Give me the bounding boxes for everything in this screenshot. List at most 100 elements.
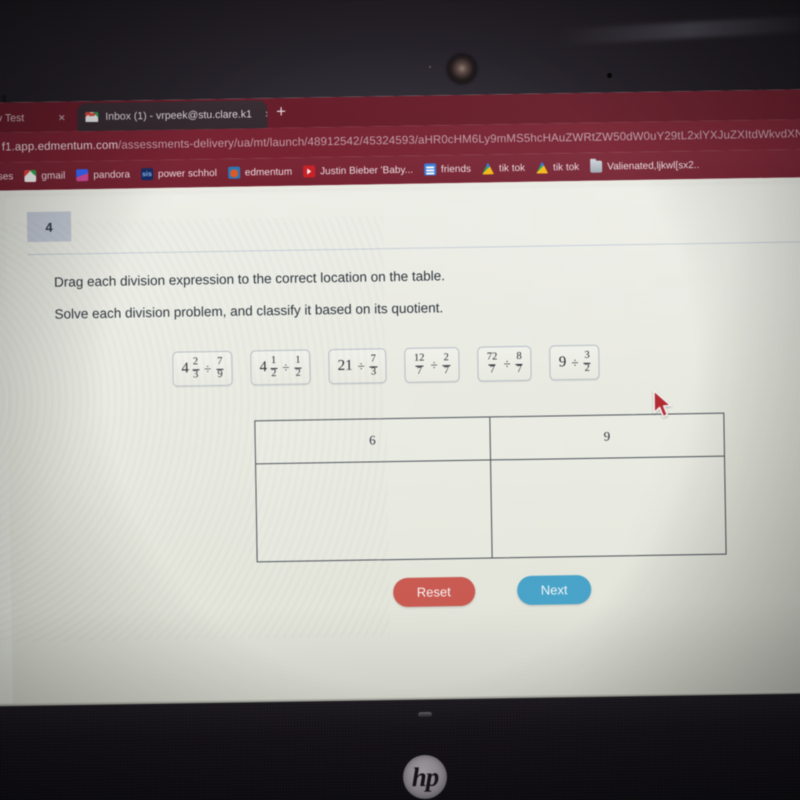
denominator: 7: [415, 365, 424, 377]
close-icon[interactable]: ×: [52, 110, 65, 124]
microphone-dot-left-icon: [428, 65, 432, 69]
numerator: 1: [270, 355, 277, 367]
bookmark-label: power schhol: [157, 167, 217, 180]
expression-tile[interactable]: 9 ÷ 3 2: [549, 344, 601, 381]
bookmark-justin-bieber[interactable]: Justin Bieber 'Baby...: [303, 164, 413, 178]
webcam-icon: [448, 55, 476, 83]
fraction-left: 2 3: [191, 356, 200, 381]
table-header-quotient-6: 6: [255, 417, 491, 464]
fraction-right: 7 9: [216, 355, 224, 381]
fraction-left: 12 7: [413, 352, 426, 377]
expression-tile[interactable]: 21 ÷ 7 3: [328, 348, 387, 385]
fraction-right: 7 3: [369, 353, 378, 378]
bookmark-label: Justin Bieber 'Baby...: [320, 164, 414, 177]
question-number-badge: 4: [26, 211, 72, 243]
google-drive-icon: [536, 161, 548, 173]
pandora-icon: [76, 169, 89, 182]
denominator: 7: [515, 363, 524, 376]
denominator: 2: [294, 367, 302, 379]
division-operator: ÷: [357, 358, 365, 374]
url-host: f1.app.edmentum.com: [1, 139, 119, 154]
new-tab-button[interactable]: +: [276, 102, 286, 121]
laptop-photo: lastery Test × Inbox (1) - vrpeek@stu.cl…: [0, 0, 800, 800]
whole-number: 21: [337, 357, 353, 375]
youtube-icon: [303, 165, 316, 178]
numerator: 7: [370, 353, 377, 365]
expression-tile[interactable]: 4 1 2 ÷ 1 2: [250, 349, 312, 386]
bookmark-label: tik tok: [498, 162, 526, 174]
drop-zone-quotient-6[interactable]: [256, 460, 493, 562]
numerator: 2: [192, 356, 199, 368]
bookmark-label: gmail: [41, 170, 66, 182]
bookmark-tik-tok-2[interactable]: tik tok: [536, 161, 579, 174]
url-path: /assessments-delivery/ua/mt/launch/48912…: [117, 127, 800, 152]
bookmark-friends[interactable]: friends: [423, 163, 472, 176]
laptop-bottom-bezel: [0, 693, 800, 800]
google-docs-icon: [423, 163, 437, 176]
fraction-left: 1 2: [270, 355, 278, 380]
folder-icon: [590, 160, 603, 173]
microphone-dot-right-icon: [607, 73, 612, 78]
tab-inbox[interactable]: Inbox (1) - vrpeek@stu.clare.k1 ×: [77, 100, 268, 132]
tab-title: Inbox (1) - vrpeek@stu.clare.k1: [105, 108, 253, 123]
web-page: 4 Drag each division expression to the c…: [0, 177, 800, 709]
divider: [27, 241, 800, 256]
numerator: 72: [486, 351, 498, 363]
bookmark-valienated[interactable]: Valienated,ljkwl[sx2..: [590, 159, 699, 173]
laptop-top-bezel: [0, 0, 800, 104]
bookmark-classes[interactable]: asses: [0, 170, 13, 183]
action-button-row: Reset Next: [257, 573, 727, 610]
bookmark-label: tik tok: [553, 161, 580, 173]
fraction-right: 1 2: [294, 354, 302, 379]
fraction-left: 72 7: [486, 351, 499, 376]
bookmark-pandora[interactable]: pandora: [76, 168, 131, 182]
numerator: 3: [584, 349, 590, 361]
whole-number: 4: [259, 359, 268, 376]
table-drop-row: [256, 455, 726, 562]
tab-title: lastery Test: [0, 112, 25, 126]
next-button[interactable]: Next: [516, 574, 592, 606]
assessment-card: 4 Drag each division expression to the c…: [4, 181, 800, 709]
close-icon[interactable]: ×: [259, 107, 268, 121]
bookmark-label: edmentum: [244, 166, 293, 179]
numerator: 12: [413, 352, 425, 364]
division-operator: ÷: [503, 355, 511, 371]
fraction-right: 8 7: [515, 351, 524, 376]
numerator: 7: [217, 355, 223, 368]
bookmark-edmentum[interactable]: edmentum: [227, 166, 293, 179]
expression-tile[interactable]: 72 7 ÷ 8 7: [476, 345, 533, 382]
denominator: 9: [216, 368, 224, 381]
denominator: 2: [270, 367, 278, 380]
fraction-right: 2 7: [442, 352, 451, 377]
division-operator: ÷: [571, 354, 579, 370]
gmail-icon: [85, 111, 99, 123]
expression-tile[interactable]: 12 7 ÷ 2 7: [403, 347, 460, 383]
table-header-quotient-9: 9: [603, 428, 611, 444]
bookmark-label: friends: [440, 163, 472, 175]
numerator: 1: [295, 354, 301, 366]
google-drive-icon: [482, 162, 494, 174]
bookmark-power-school[interactable]: sis power schhol: [140, 167, 217, 181]
instruction-line-1: Drag each division expression to the cor…: [53, 268, 446, 290]
whole-number: 4: [181, 360, 190, 377]
gmail-icon: [24, 169, 37, 183]
division-operator: ÷: [204, 360, 212, 376]
bookmark-gmail[interactable]: gmail: [24, 169, 66, 183]
bookmark-label: pandora: [93, 168, 131, 181]
fraction-right: 3 2: [583, 349, 591, 374]
whole-number: 9: [558, 354, 567, 371]
bookmark-label: Valienated,ljkwl[sx2..: [607, 159, 700, 173]
denominator: 7: [488, 363, 497, 376]
tab-mastery-test[interactable]: lastery Test ×: [0, 103, 74, 133]
reset-button[interactable]: Reset: [392, 576, 476, 608]
expression-tile[interactable]: 4 2 3 ÷ 7 9: [172, 350, 233, 387]
denominator: 3: [369, 365, 378, 378]
sis-icon: sis: [140, 168, 154, 181]
drop-zone-quotient-9[interactable]: [491, 457, 726, 558]
division-operator: ÷: [430, 356, 438, 372]
denominator: 2: [583, 362, 591, 374]
instruction-line-2: Solve each division problem, and classif…: [54, 300, 444, 322]
hinge-nub: [417, 711, 433, 718]
denominator: 3: [191, 368, 200, 381]
bookmark-tik-tok-1[interactable]: tik tok: [482, 162, 525, 175]
